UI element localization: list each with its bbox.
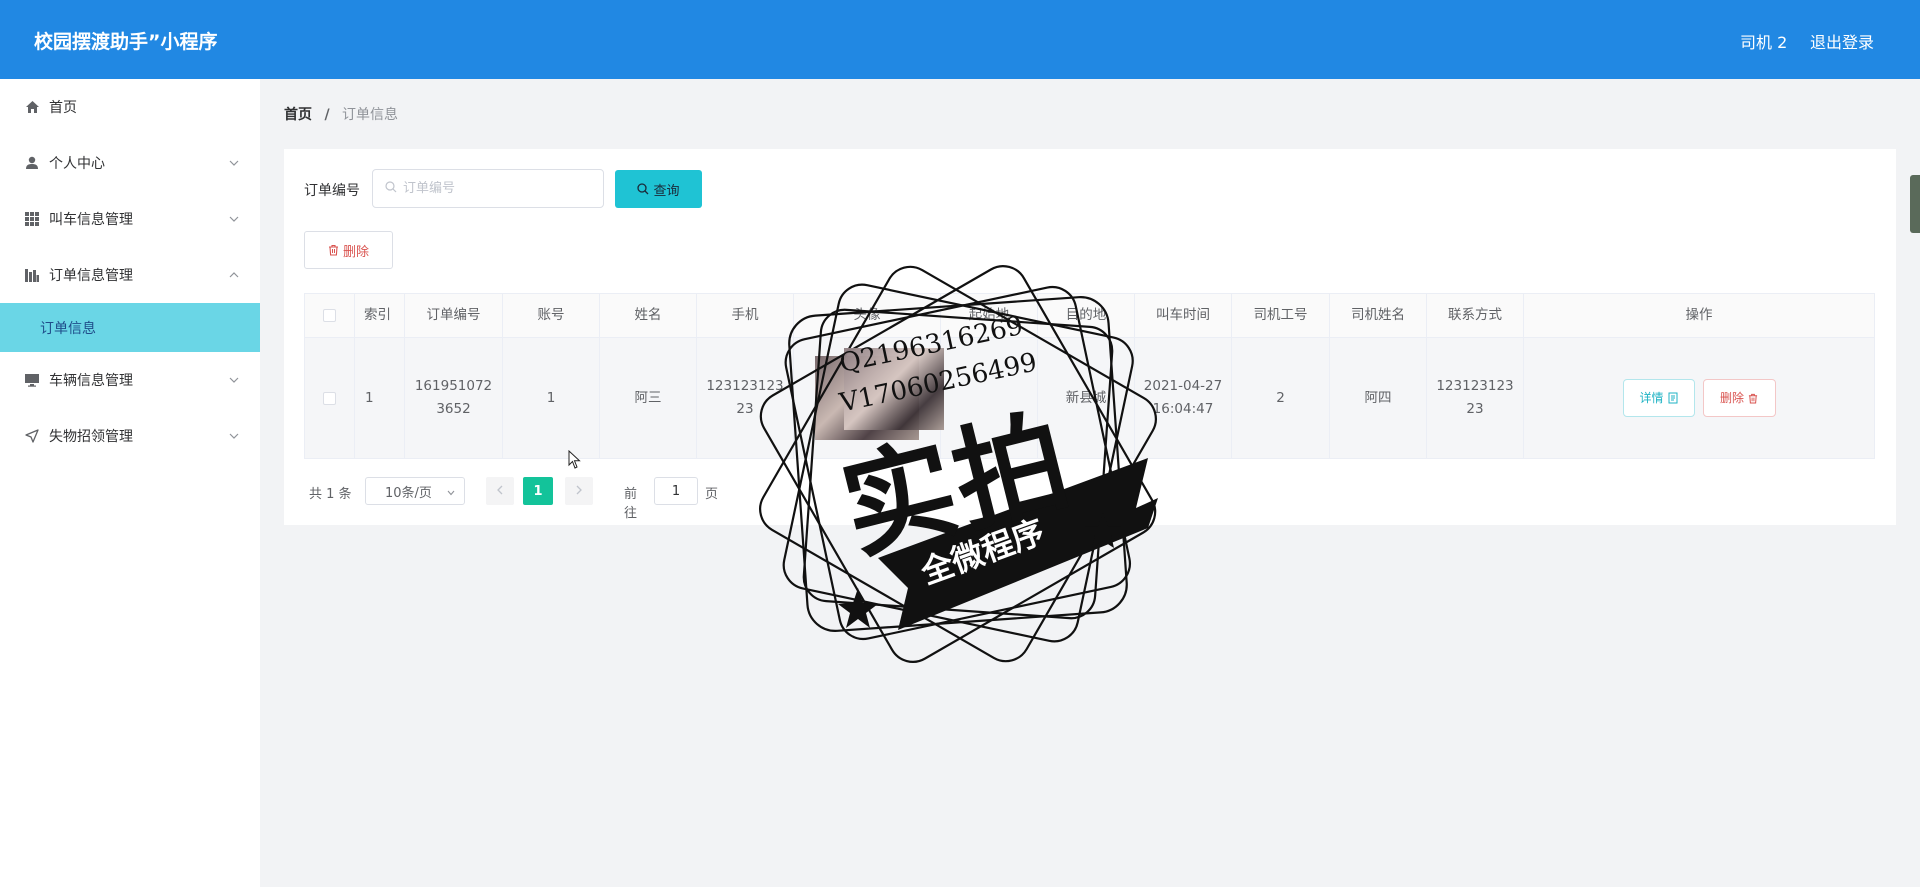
sidebar-item-lost-found[interactable]: 失物招领管理 bbox=[0, 408, 260, 464]
order-number-label: 订单编号 bbox=[304, 183, 360, 199]
cell-index: 1 bbox=[355, 338, 405, 458]
page-number[interactable]: 1 bbox=[523, 477, 553, 505]
select-all-cell bbox=[305, 294, 355, 337]
sidebar-item-home[interactable]: 首页 bbox=[0, 79, 260, 135]
sidebar: 首页 个人中心 叫车信息管理 订单信息管理 订单信息 车辆信息管理 失物招领管理 bbox=[0, 79, 260, 887]
detail-button-label: 详情 bbox=[1639, 390, 1664, 405]
current-user: 司机 2 bbox=[1740, 33, 1788, 52]
logout-link[interactable]: 退出登录 bbox=[1810, 29, 1874, 53]
chevron-down-icon bbox=[228, 213, 240, 225]
column-header[interactable]: 账号 bbox=[503, 294, 600, 337]
search-input[interactable] bbox=[403, 181, 583, 196]
sidebar-item-label: 首页 bbox=[49, 100, 77, 116]
cell-account: 1 bbox=[503, 338, 600, 458]
sidebar-item-profile[interactable]: 个人中心 bbox=[0, 135, 260, 191]
query-button-label: 查询 bbox=[653, 183, 680, 199]
sidebar-item-ride-requests[interactable]: 叫车信息管理 bbox=[0, 191, 260, 247]
order-no-text: 1619510723652 bbox=[414, 378, 493, 417]
column-header[interactable]: 司机工号 bbox=[1232, 294, 1330, 337]
sidebar-item-vehicles[interactable]: 车辆信息管理 bbox=[0, 352, 260, 408]
mouse-cursor-icon bbox=[568, 449, 582, 474]
page-size-select[interactable]: 10条/页 bbox=[365, 477, 465, 505]
chevron-down-icon bbox=[228, 157, 240, 169]
chevron-down-icon bbox=[446, 487, 456, 502]
grid-icon bbox=[24, 211, 40, 227]
select-all-checkbox[interactable] bbox=[323, 309, 336, 322]
cell-name: 阿三 bbox=[600, 338, 697, 458]
column-header[interactable]: 司机姓名 bbox=[1330, 294, 1427, 337]
chevron-up-icon bbox=[228, 269, 240, 281]
sidebar-subitem-order-info[interactable]: 订单信息 bbox=[0, 303, 260, 352]
batch-delete-label: 删除 bbox=[342, 244, 369, 260]
top-bar: 校园摆渡助手”小程序 司机 2 退出登录 bbox=[0, 0, 1920, 79]
cell-order-no: 1619510723652 bbox=[405, 338, 503, 458]
chart-icon bbox=[24, 267, 40, 283]
sidebar-item-label: 订单信息管理 bbox=[49, 268, 133, 284]
search-icon bbox=[637, 183, 649, 195]
goto-page-input[interactable] bbox=[654, 477, 698, 505]
row-select-cell bbox=[305, 338, 355, 458]
total-count: 共 1 条 bbox=[309, 487, 352, 502]
home-icon bbox=[24, 99, 40, 115]
column-header[interactable]: 索引 bbox=[355, 294, 405, 337]
chevron-right-icon bbox=[575, 484, 583, 499]
user-icon bbox=[24, 155, 40, 171]
goto-label: 前往 bbox=[624, 487, 638, 521]
sidebar-item-label: 叫车信息管理 bbox=[49, 212, 133, 228]
sidebar-item-label: 车辆信息管理 bbox=[49, 373, 133, 389]
chevron-left-icon bbox=[496, 484, 504, 499]
monitor-icon bbox=[24, 372, 40, 388]
chevron-down-icon bbox=[228, 374, 240, 386]
cell-contact: 12312312323 bbox=[1427, 338, 1524, 458]
document-icon bbox=[1668, 392, 1678, 404]
column-header[interactable]: 姓名 bbox=[600, 294, 697, 337]
sidebar-subitem-label: 订单信息 bbox=[40, 320, 96, 337]
trash-icon bbox=[328, 244, 339, 256]
detail-button[interactable]: 详情 bbox=[1622, 379, 1695, 417]
breadcrumb: 首页 / 订单信息 bbox=[284, 104, 398, 124]
contact-text: 12312312323 bbox=[1436, 378, 1514, 417]
breadcrumb-current: 订单信息 bbox=[342, 107, 399, 123]
app-title: 校园摆渡助手”小程序 bbox=[34, 31, 218, 53]
sidebar-item-orders[interactable]: 订单信息管理 bbox=[0, 247, 260, 303]
cell-driver-no: 2 bbox=[1232, 338, 1330, 458]
batch-delete-button[interactable]: 删除 bbox=[304, 231, 393, 269]
trash-icon bbox=[1748, 393, 1758, 404]
row-delete-button[interactable]: 删除 bbox=[1702, 379, 1776, 417]
column-header[interactable]: 联系方式 bbox=[1427, 294, 1524, 337]
prev-page-button[interactable] bbox=[486, 477, 514, 505]
sidebar-item-label: 失物招领管理 bbox=[49, 429, 133, 445]
search-icon bbox=[385, 180, 397, 197]
query-button[interactable]: 查询 bbox=[615, 170, 702, 208]
page-size-value: 10条/页 bbox=[385, 485, 432, 501]
next-page-button[interactable] bbox=[565, 477, 593, 505]
cell-driver-name: 阿四 bbox=[1330, 338, 1427, 458]
row-checkbox[interactable] bbox=[323, 391, 336, 405]
side-scroll-handle[interactable] bbox=[1910, 175, 1920, 233]
breadcrumb-separator: / bbox=[324, 107, 330, 123]
page-suffix: 页 bbox=[705, 487, 719, 502]
column-header: 操作 bbox=[1685, 307, 1713, 323]
chevron-down-icon bbox=[228, 430, 240, 442]
send-icon bbox=[24, 428, 40, 444]
sidebar-item-label: 个人中心 bbox=[49, 156, 105, 172]
cell-actions: 详情 删除 bbox=[1524, 338, 1874, 458]
breadcrumb-home[interactable]: 首页 bbox=[284, 107, 312, 123]
order-number-search[interactable] bbox=[372, 169, 604, 208]
column-header[interactable]: 订单编号 bbox=[405, 294, 503, 337]
row-delete-label: 删除 bbox=[1719, 390, 1744, 405]
